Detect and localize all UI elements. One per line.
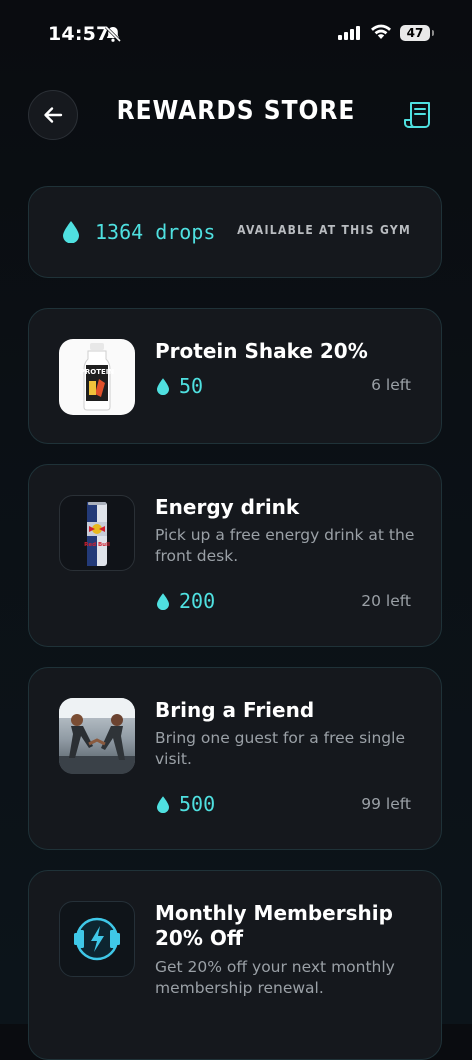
reward-card-energy-drink[interactable]: Red Bull Energy drink Pick up a free ene… — [28, 464, 442, 647]
drops-balance-card: 1364 drops AVAILABLE AT THIS GYM — [28, 186, 442, 278]
protein-shake-image: PROTEIN — [59, 339, 135, 415]
bring-a-friend-image — [59, 698, 135, 774]
reward-stock: 6 left — [371, 376, 411, 394]
reward-title: Protein Shake 20% — [155, 339, 368, 363]
reward-cost: 500 — [157, 792, 215, 818]
silent-bell-icon — [104, 25, 122, 43]
reward-cost: 50 — [157, 374, 203, 400]
reward-card-monthly-membership[interactable]: Monthly Membership 20% Off Get 20% off y… — [28, 870, 442, 1060]
membership-badge-image — [59, 901, 135, 977]
reward-title: Energy drink — [155, 495, 300, 519]
reward-description: Pick up a free energy drink at the front… — [155, 526, 415, 565]
drops-balance: 1364 drops — [95, 220, 216, 244]
energy-drink-image: Red Bull — [59, 495, 135, 571]
water-drop-icon — [157, 796, 169, 814]
status-time: 14:57 — [48, 23, 110, 45]
reward-cost-value: 200 — [179, 589, 216, 613]
svg-text:PROTEIN: PROTEIN — [80, 368, 115, 376]
availability-label: AVAILABLE AT THIS GYM — [237, 223, 411, 237]
water-drop-icon — [157, 378, 169, 396]
reward-card-protein-shake[interactable]: PROTEIN Protein Shake 20% 50 6 left — [28, 308, 442, 444]
wifi-icon — [371, 24, 391, 39]
water-drop-icon — [63, 221, 79, 243]
reward-cost: 200 — [157, 589, 215, 615]
battery-indicator: 47 — [400, 25, 434, 41]
reward-cost-value: 500 — [179, 792, 216, 816]
water-drop-icon — [157, 593, 169, 611]
reward-cost-value: 50 — [179, 374, 204, 398]
reward-card-bring-a-friend[interactable]: Bring a Friend Bring one guest for a fre… — [28, 667, 442, 850]
receipt-history-icon[interactable] — [402, 98, 436, 132]
reward-title: Bring a Friend — [155, 698, 315, 722]
reward-description: Bring one guest for a free single visit. — [155, 729, 405, 768]
reward-description: Get 20% off your next monthly membership… — [155, 958, 395, 997]
reward-stock: 99 left — [361, 795, 411, 813]
cellular-signal-icon — [338, 26, 360, 40]
reward-title: Monthly Membership 20% Off — [155, 901, 393, 950]
status-bar: 14:57 47 — [0, 0, 472, 64]
svg-text:Red Bull: Red Bull — [84, 542, 110, 548]
reward-stock: 20 left — [361, 592, 411, 610]
